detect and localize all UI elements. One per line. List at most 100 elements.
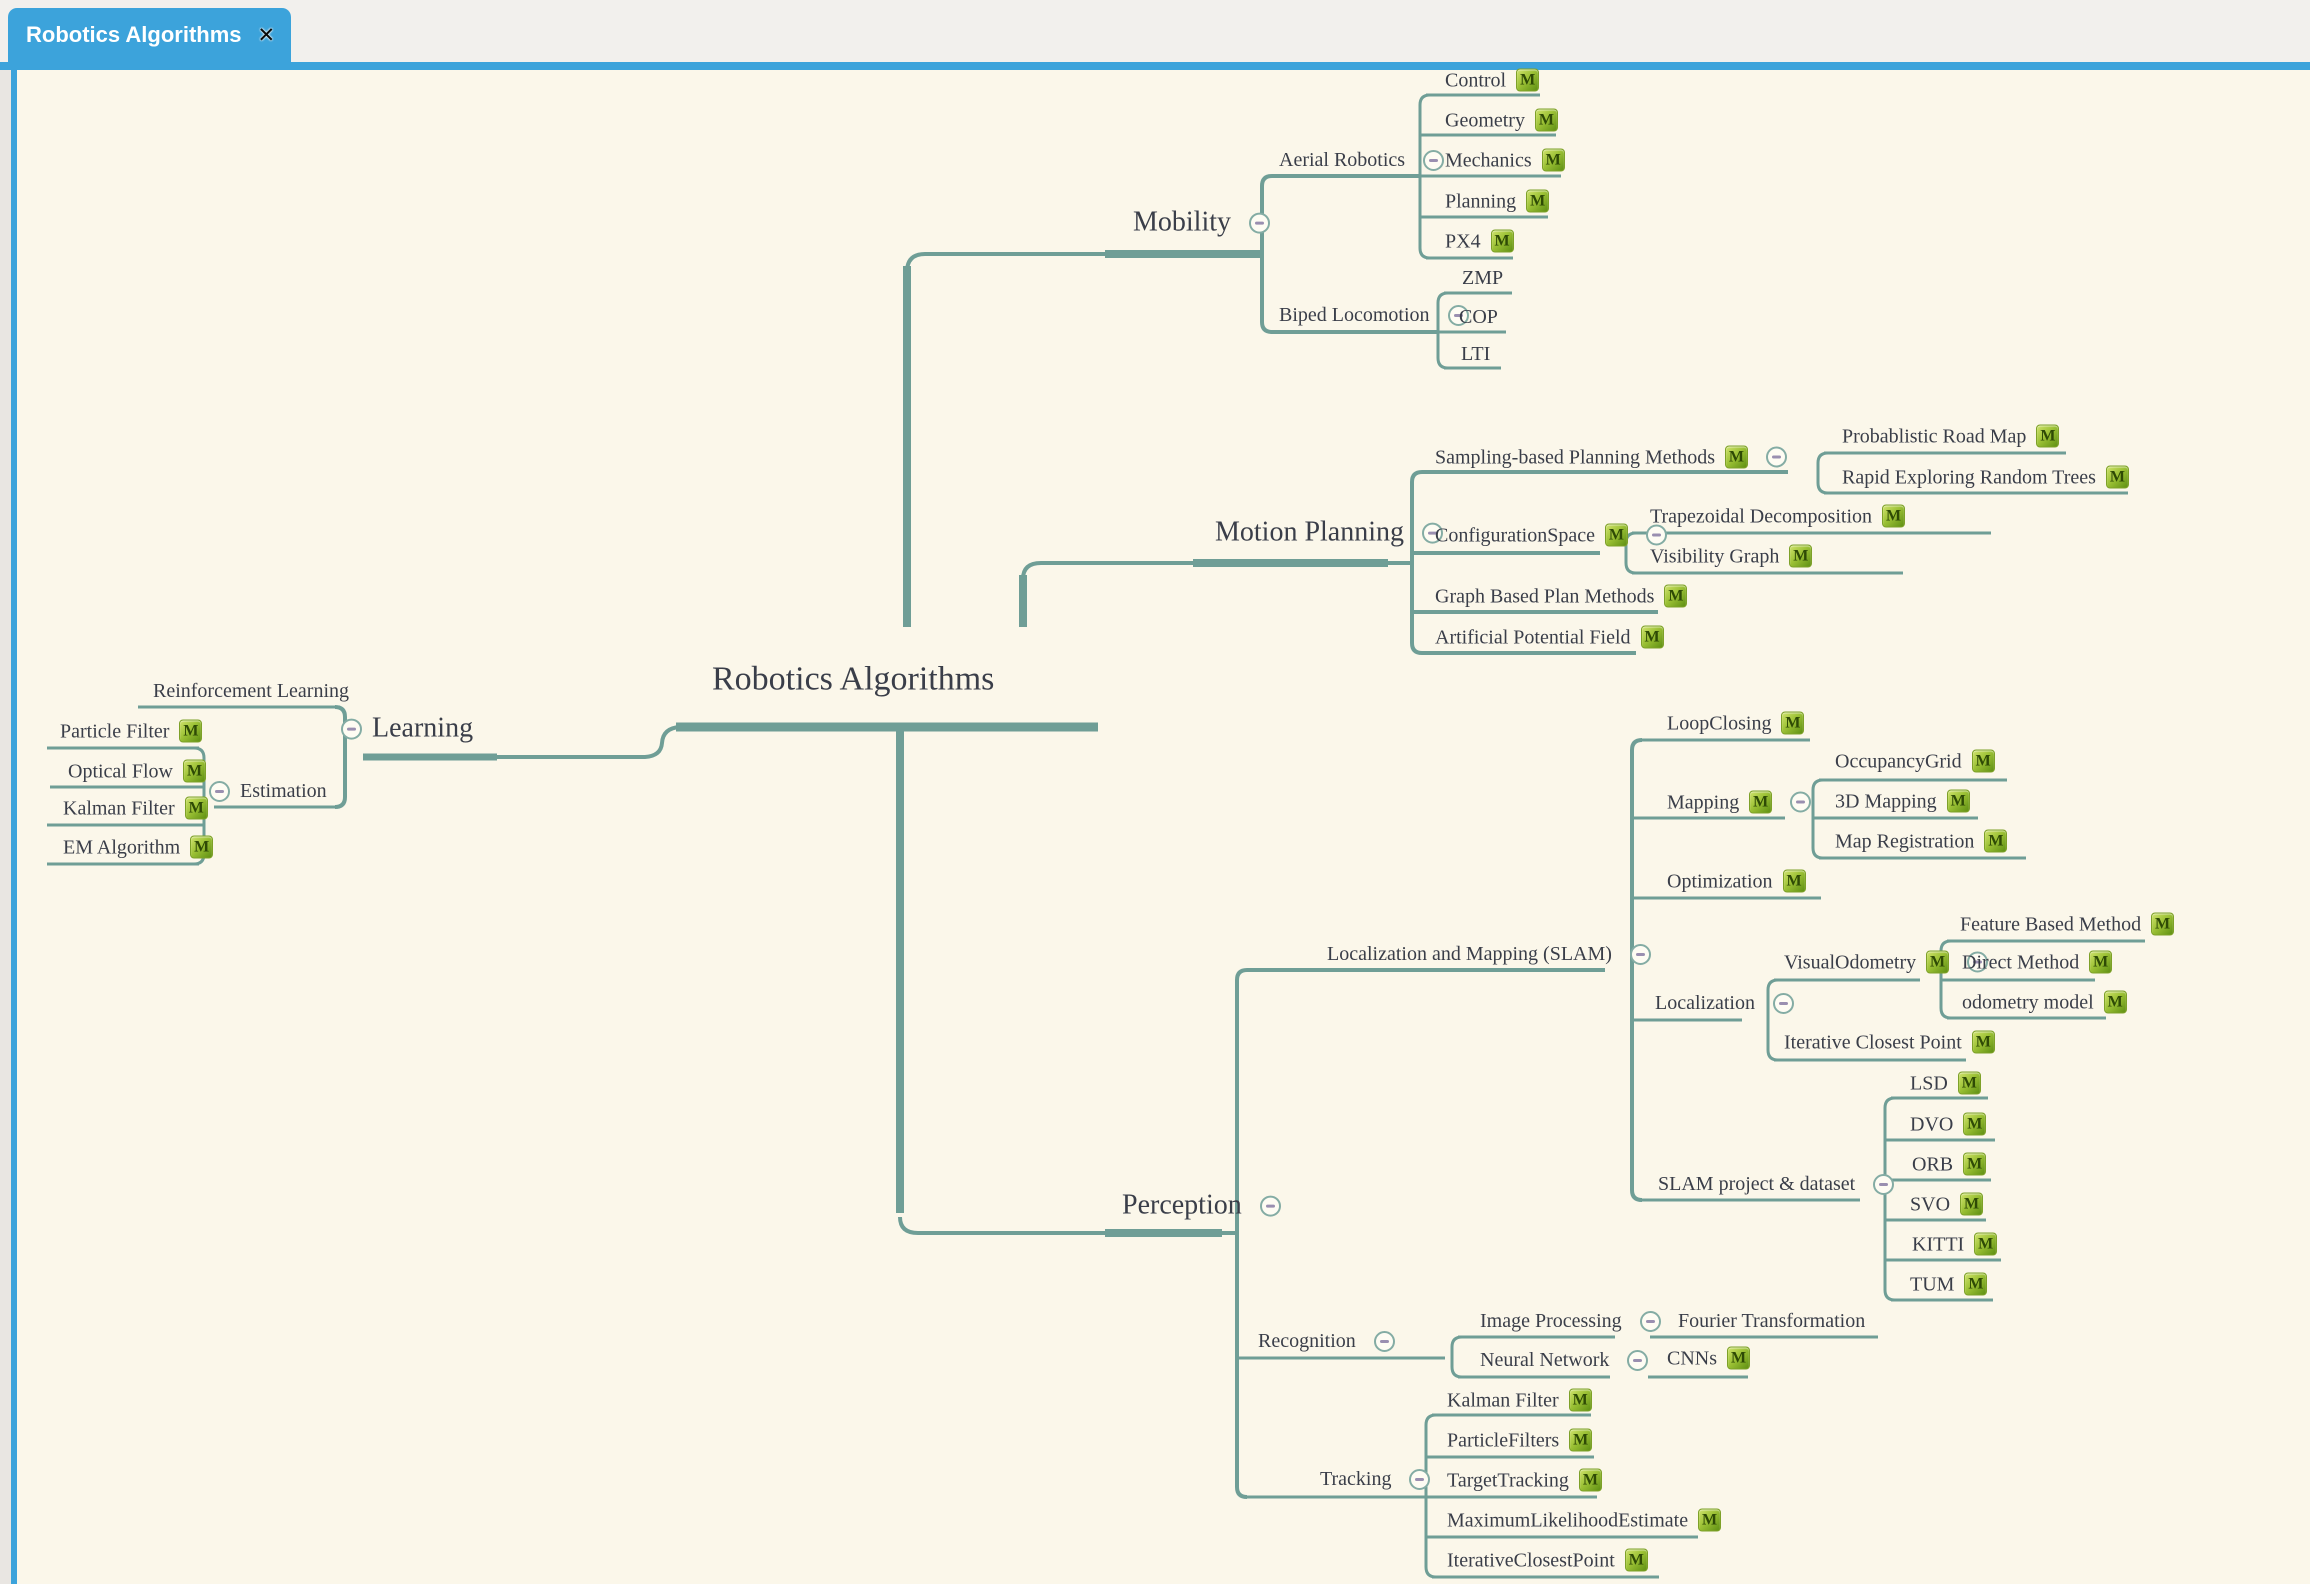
node-lsd[interactable]: LSDM [1910, 1072, 1981, 1095]
node-kalman-filter[interactable]: Kalman FilterM [1447, 1389, 1592, 1412]
node-label: SVO [1910, 1193, 1950, 1215]
close-icon[interactable]: ✕ [258, 25, 276, 46]
node-localization-and-mapping-slam[interactable]: Localization and Mapping (SLAM) [1327, 943, 1651, 965]
node-robotics-algorithms[interactable]: Robotics Algorithms [712, 660, 994, 697]
mindmap-canvas[interactable] [17, 70, 2310, 1584]
fold-toggle-icon[interactable] [1409, 1469, 1430, 1490]
fold-toggle-icon[interactable] [209, 781, 230, 802]
fold-toggle-icon[interactable] [1627, 1350, 1648, 1371]
node-recognition[interactable]: Recognition [1258, 1330, 1395, 1352]
node-motion-planning[interactable]: Motion Planning [1215, 518, 1443, 549]
node-kitti[interactable]: KITTIM [1912, 1233, 1997, 1256]
node-learning[interactable]: Learning [341, 714, 473, 745]
fold-toggle-icon[interactable] [1873, 1174, 1894, 1195]
node-artificial-potential-field[interactable]: Artificial Potential FieldM [1435, 626, 1664, 649]
node-label: ORB [1912, 1153, 1953, 1175]
fold-toggle-icon[interactable] [1260, 1195, 1281, 1216]
node-targettracking[interactable]: TargetTrackingM [1447, 1469, 1602, 1492]
node-em-algorithm[interactable]: EM AlgorithmM [63, 836, 213, 859]
node-occupancygrid[interactable]: OccupancyGridM [1835, 750, 1995, 773]
node-direct-method[interactable]: Direct MethodM [1962, 951, 2112, 974]
m-badge-icon: M [1963, 1153, 1986, 1176]
fold-toggle-icon[interactable] [341, 718, 362, 739]
node-tum[interactable]: TUMM [1910, 1273, 1987, 1296]
node-svo[interactable]: SVO M [1910, 1193, 1983, 1216]
fold-toggle-icon[interactable] [1423, 150, 1444, 171]
node-tracking[interactable]: Tracking [1320, 1468, 1430, 1490]
m-badge-icon: M [2104, 991, 2127, 1014]
node-trapezoidal-decomposition[interactable]: Trapezoidal DecompositionM [1650, 505, 1905, 528]
m-badge-icon: M [1984, 830, 2007, 853]
tab-title: Robotics Algorithms [26, 22, 242, 48]
node-iterativeclosestpoint[interactable]: IterativeClosestPointM [1447, 1549, 1648, 1572]
node-map-registration[interactable]: Map RegistrationM [1835, 830, 2007, 853]
node-lti[interactable]: LTI [1461, 343, 1490, 365]
node-label: LSD [1910, 1072, 1948, 1094]
node-control[interactable]: ControlM [1445, 69, 1539, 92]
fold-toggle-icon[interactable] [1374, 1331, 1395, 1352]
node-graph-based-plan-methods[interactable]: Graph Based Plan MethodsM [1435, 585, 1687, 608]
node-configurationspace[interactable]: ConfigurationSpaceM [1435, 524, 1667, 547]
fold-toggle-icon[interactable] [1249, 212, 1270, 233]
fold-toggle-icon[interactable] [1630, 944, 1651, 965]
node-mobility[interactable]: Mobility [1133, 208, 1270, 239]
node-geometry[interactable]: GeometryM [1445, 109, 1558, 132]
node-sampling-based-planning-methods[interactable]: Sampling-based Planning MethodsM [1435, 446, 1787, 469]
node-orb[interactable]: ORB M [1912, 1153, 1986, 1176]
node-planning[interactable]: PlanningM [1445, 190, 1549, 213]
tab-robotics-algorithms[interactable]: Robotics Algorithms ✕ [8, 8, 291, 62]
node-dvo[interactable]: DVOM [1910, 1113, 1986, 1136]
fold-toggle-icon[interactable] [1640, 1311, 1661, 1332]
fold-toggle-icon[interactable] [1766, 447, 1787, 468]
node-iterative-closest-point[interactable]: Iterative Closest PointM [1784, 1031, 1995, 1054]
m-badge-icon: M [1698, 1509, 1721, 1532]
minus-icon [1429, 159, 1438, 162]
node-reinforcement-learning[interactable]: Reinforcement Learning [153, 680, 349, 702]
node-aerial-robotics[interactable]: Aerial Robotics [1279, 149, 1444, 171]
minus-icon [1652, 534, 1661, 537]
minus-icon [1636, 953, 1645, 956]
node-neural-network[interactable]: Neural Network [1480, 1349, 1648, 1371]
node-slam-project-dataset[interactable]: SLAM project & dataset [1658, 1173, 1894, 1195]
node-localization[interactable]: Localization [1655, 992, 1794, 1014]
node-visibility-graph[interactable]: Visibility GraphM [1650, 545, 1812, 568]
node-3d-mapping[interactable]: 3D MappingM [1835, 790, 1970, 813]
node-mapping[interactable]: MappingM [1667, 791, 1811, 814]
node-px4[interactable]: PX4M [1445, 230, 1514, 253]
node-feature-based-method[interactable]: Feature Based MethodM [1960, 913, 2174, 936]
m-badge-icon: M [1641, 626, 1664, 649]
node-probablistic-road-map[interactable]: Probablistic Road MapM [1842, 425, 2059, 448]
node-odometry-model[interactable]: odometry modelM [1962, 991, 2127, 1014]
node-biped-locomotion[interactable]: Biped Locomotion [1279, 304, 1469, 326]
node-mechanics[interactable]: MechanicsM [1445, 149, 1565, 172]
fold-toggle-icon[interactable] [1790, 792, 1811, 813]
node-label: Rapid Exploring Random Trees [1842, 466, 2096, 488]
node-loopclosing[interactable]: LoopClosingM [1667, 712, 1804, 735]
fold-toggle-icon[interactable] [1646, 525, 1667, 546]
node-kalman-filter[interactable]: Kalman FilterM [63, 797, 208, 820]
node-label: COP [1459, 306, 1498, 328]
node-optical-flow[interactable]: Optical FlowM [68, 760, 206, 783]
node-cnns[interactable]: CNNsM [1667, 1347, 1750, 1370]
node-particlefilters[interactable]: ParticleFiltersM [1447, 1429, 1592, 1452]
node-image-processing[interactable]: Image Processing [1480, 1310, 1661, 1332]
node-zmp[interactable]: ZMP [1462, 267, 1503, 289]
node-optimization[interactable]: OptimizationM [1667, 870, 1806, 893]
node-label: TUM [1910, 1273, 1954, 1295]
m-badge-icon: M [1960, 1193, 1983, 1216]
node-rapid-exploring-random-trees[interactable]: Rapid Exploring Random TreesM [1842, 466, 2129, 489]
node-label: Robotics Algorithms [712, 660, 994, 697]
minus-icon [1255, 221, 1264, 224]
m-badge-icon: M [1926, 951, 1949, 974]
node-particle-filter[interactable]: Particle FilterM [60, 720, 202, 743]
node-fourier-transformation[interactable]: Fourier Transformation [1678, 1310, 1865, 1332]
m-badge-icon: M [1664, 585, 1687, 608]
node-estimation[interactable]: Estimation [209, 780, 327, 802]
node-label: Perception [1122, 1191, 1242, 1222]
fold-toggle-icon[interactable] [1773, 993, 1794, 1014]
node-perception[interactable]: Perception [1122, 1191, 1281, 1222]
node-cop[interactable]: COP [1459, 306, 1498, 328]
node-maximumlikelihoodestimate[interactable]: MaximumLikelihoodEstimateM [1447, 1509, 1721, 1532]
m-badge-icon: M [185, 797, 208, 820]
node-visualodometry[interactable]: VisualOdometryM [1784, 951, 1988, 974]
